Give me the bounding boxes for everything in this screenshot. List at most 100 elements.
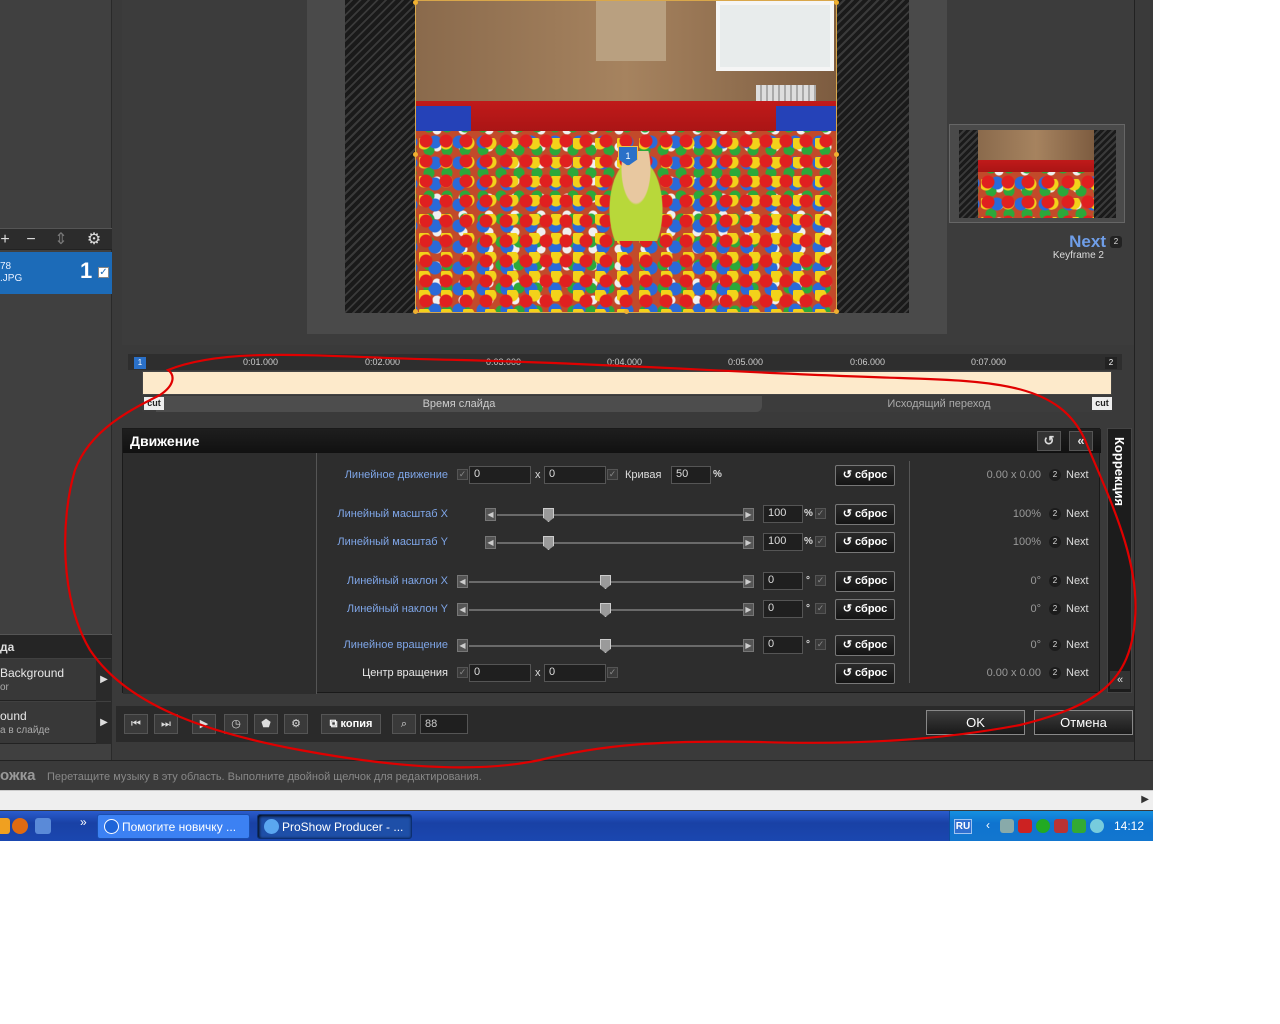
ok-button[interactable]: OK	[926, 710, 1025, 735]
expand-arrow-icon[interactable]: ▶	[96, 702, 112, 744]
next-keyframe-link[interactable]: Next	[1040, 232, 1106, 252]
slider-left-arrow[interactable]: ◀	[457, 575, 468, 588]
background-item[interactable]: Background or ▶	[0, 659, 112, 701]
resize-handle[interactable]	[413, 309, 418, 314]
cancel-button[interactable]: Отмена	[1034, 710, 1133, 735]
slider-track[interactable]	[497, 514, 743, 516]
horizontal-scrollbar[interactable]: ▶	[0, 790, 1153, 810]
cut-marker[interactable]: cut	[144, 397, 164, 410]
layer-item[interactable]: 78 .JPG 1 ✓	[0, 252, 112, 294]
reset-button[interactable]: ↺ сброс	[835, 635, 895, 656]
slider-thumb[interactable]	[600, 603, 611, 617]
app-tray-icon[interactable]	[1018, 819, 1032, 833]
expand-arrow-icon[interactable]: ▶	[96, 659, 112, 701]
reset-button[interactable]: ↺ сброс	[835, 504, 895, 525]
slider-left-arrow[interactable]: ◀	[485, 536, 496, 549]
next-keyframe-icon[interactable]: ⏭	[154, 714, 178, 734]
next-keyframe-link[interactable]: Next	[1066, 508, 1089, 520]
checkbox[interactable]: ✓	[815, 536, 826, 547]
quicklaunch-chevron[interactable]: »	[80, 815, 87, 829]
resize-handle[interactable]	[413, 152, 418, 157]
first-keyframe-icon[interactable]: ⏮	[124, 714, 148, 734]
next-keyframe-link[interactable]: Next	[1066, 536, 1089, 548]
slider-right-arrow[interactable]: ▶	[743, 639, 754, 652]
reorder-layer-button[interactable]: ⇕	[50, 231, 72, 249]
skew-y-field[interactable]: 0	[763, 600, 803, 618]
skew-x-field[interactable]: 0	[763, 572, 803, 590]
volume-icon[interactable]	[1090, 819, 1104, 833]
resize-handle[interactable]	[834, 309, 839, 314]
checkbox[interactable]: ✓	[815, 639, 826, 650]
slider-thumb[interactable]	[543, 536, 554, 550]
copy-button[interactable]: ⧉ копия	[321, 714, 381, 734]
checkbox[interactable]: ✓	[457, 667, 468, 678]
reset-button[interactable]: ↺ сброс	[835, 465, 895, 486]
resize-handle[interactable]	[413, 0, 418, 5]
slider-thumb[interactable]	[543, 508, 554, 522]
keyframe-timeline[interactable]: 1 0:01.000 0:02.000 0:03.000 0:04.000 0:…	[128, 354, 1122, 414]
taskbar-button-active[interactable]: ProShow Producer - ...	[257, 814, 412, 839]
next-keyframe-link[interactable]: Next	[1066, 667, 1089, 679]
checkbox[interactable]: ✓	[607, 667, 618, 678]
reset-button[interactable]: ↺ сброс	[835, 663, 895, 684]
taskbar-button[interactable]: Помогите новичку ...	[97, 814, 250, 839]
resize-handle[interactable]	[624, 309, 629, 314]
correction-tab[interactable]: Коррекция «	[1107, 428, 1132, 693]
firefox-icon[interactable]	[12, 818, 28, 834]
checkbox[interactable]: ✓	[815, 508, 826, 519]
zoom-field[interactable]: 88	[420, 714, 468, 734]
slider-right-arrow[interactable]: ▶	[743, 603, 754, 616]
start-icon[interactable]	[0, 818, 10, 834]
checkbox[interactable]: ✓	[457, 469, 468, 480]
update-icon[interactable]	[1072, 819, 1086, 833]
slider-left-arrow[interactable]: ◀	[457, 639, 468, 652]
next-keyframe-link[interactable]: Next	[1066, 575, 1089, 587]
checkbox[interactable]: ✓	[607, 469, 618, 480]
cut-marker[interactable]: cut	[1092, 397, 1112, 410]
slider-track[interactable]	[497, 542, 743, 544]
rotation-field[interactable]: 0	[763, 636, 803, 654]
slider-left-arrow[interactable]: ◀	[485, 508, 496, 521]
slider-thumb[interactable]	[600, 639, 611, 653]
add-layer-button[interactable]: +	[0, 231, 16, 249]
resize-handle[interactable]	[834, 152, 839, 157]
reset-button[interactable]: ↺ сброс	[835, 599, 895, 620]
security-icon[interactable]	[1036, 819, 1050, 833]
timeline-bar[interactable]	[142, 371, 1112, 395]
tray-icon[interactable]	[1054, 819, 1068, 833]
collapse-icon[interactable]: «	[1069, 431, 1093, 451]
slider-right-arrow[interactable]: ▶	[743, 508, 754, 521]
reset-button[interactable]: ↺ сброс	[835, 571, 895, 592]
tray-expand-icon[interactable]: ‹	[986, 818, 990, 832]
reset-button[interactable]: ↺ сброс	[835, 532, 895, 553]
keyframe-flag-end[interactable]: 2	[1105, 357, 1117, 369]
resize-handle[interactable]	[834, 0, 839, 5]
center-x-field[interactable]: 0	[469, 664, 531, 682]
scale-y-field[interactable]: 100	[763, 533, 803, 551]
slider-thumb[interactable]	[600, 575, 611, 589]
curve-field[interactable]: 50	[671, 466, 711, 484]
layer-settings-icon[interactable]: ⚙	[83, 231, 105, 249]
next-keyframe-link[interactable]: Next	[1066, 469, 1089, 481]
zoom-icon[interactable]: ⌕	[392, 714, 416, 734]
layer-visible-checkbox[interactable]: ✓	[98, 267, 109, 278]
keyframe-flag-start[interactable]: 1	[134, 357, 146, 369]
vertical-scrollbar[interactable]	[1134, 0, 1153, 760]
virtualbox-icon[interactable]	[35, 818, 51, 834]
next-keyframe-link[interactable]: Next	[1066, 639, 1089, 651]
slider-left-arrow[interactable]: ◀	[457, 603, 468, 616]
settings-icon[interactable]: ⚙	[284, 714, 308, 734]
scale-x-field[interactable]: 100	[763, 505, 803, 523]
collapse-icon[interactable]: «	[1110, 671, 1130, 689]
network-icon[interactable]	[1000, 819, 1014, 833]
play-icon[interactable]: ▶	[192, 714, 216, 734]
scroll-right-icon[interactable]: ▶	[1141, 794, 1149, 805]
next-keyframe-thumbnail[interactable]	[949, 124, 1125, 223]
language-indicator[interactable]: RU	[954, 819, 972, 834]
position-x-field[interactable]: 0	[469, 466, 531, 484]
soundtrack-strip[interactable]: ожка Перетащите музыку в эту область. Вы…	[0, 760, 1153, 790]
clock-icon[interactable]: ◷	[224, 714, 248, 734]
checkbox[interactable]: ✓	[815, 575, 826, 586]
position-y-field[interactable]: 0	[544, 466, 606, 484]
checkbox[interactable]: ✓	[815, 603, 826, 614]
